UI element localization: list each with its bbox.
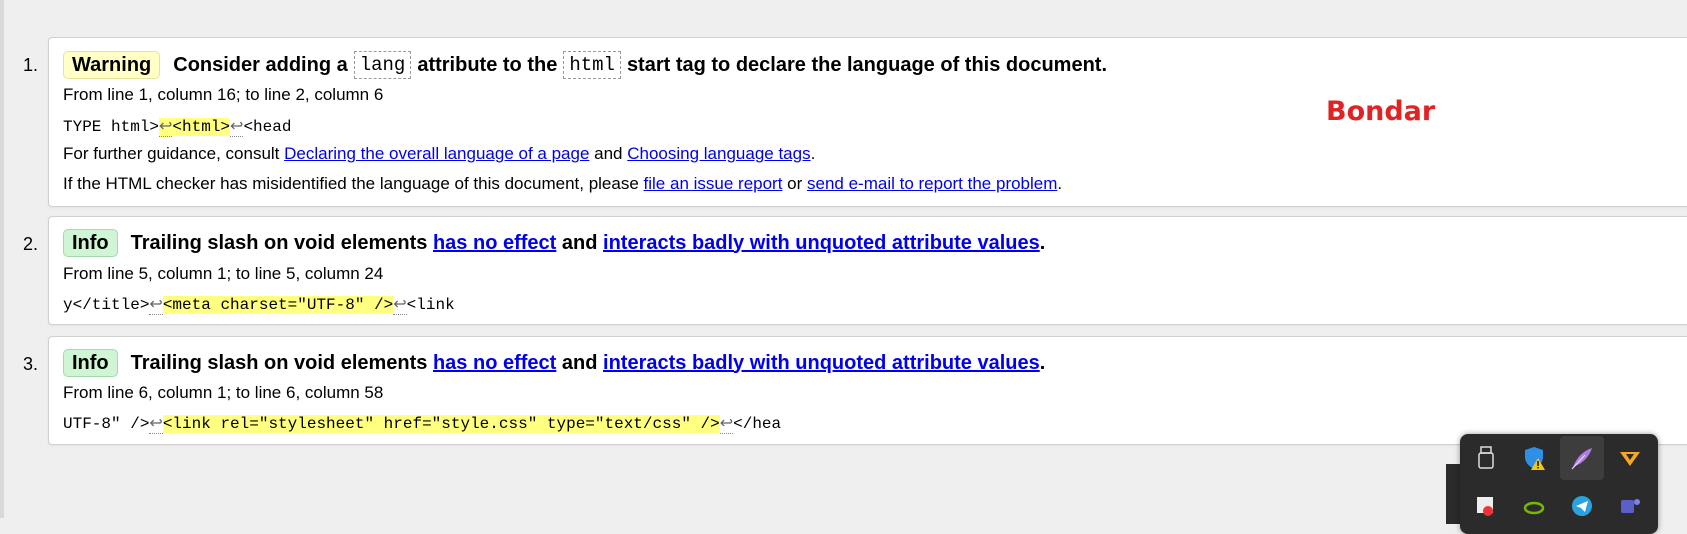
message-number: 1. [23,55,39,75]
issue-text: If the HTML checker has misidentified th… [63,174,644,193]
message-text: attribute to the [417,53,558,76]
guidance-text: and [589,144,628,163]
signature-text: Bondar [1326,96,1436,127]
code-lang: lang [353,51,412,79]
message-warning: 1. Warning Consider adding a lang attrib… [23,37,1687,207]
left-edge-strip [0,0,4,518]
message-text: . [1039,351,1046,374]
file-issue-link[interactable]: file an issue report [644,174,783,193]
windows-security-warning-icon[interactable] [1512,436,1556,480]
info-badge: Info [63,229,118,257]
message-text: and [561,231,598,254]
message-number: 2. [23,234,39,254]
feather-app-icon[interactable] [1560,436,1604,480]
warning-badge: Warning [63,51,161,79]
usb-drive-icon[interactable] [1464,436,1508,480]
return-icon: ↩ [719,415,734,434]
teams-icon[interactable] [1608,484,1652,528]
code-extract: y</title>↩<meta charset="UTF-8" />↩<link [63,294,455,315]
guidance-text: . [810,144,816,163]
extract-highlight: <html> [172,118,231,136]
code-extract: TYPE html>↩<html>↩<head [63,116,292,137]
system-tray-overflow [1460,434,1658,534]
return-icon: ↩ [230,118,244,137]
message-heading: Info Trailing slash on void elements has… [63,349,1045,377]
nvidia-icon[interactable] [1512,484,1556,528]
location: From line 5, column 1; to line 5, column… [63,264,384,283]
message-info: 2. Info Trailing slash on void elements … [23,216,1687,325]
return-icon: ↩ [149,415,163,434]
code-extract: UTF-8" />↩<link rel="stylesheet" href="s… [63,413,782,434]
extract-text: <link [406,296,455,314]
has-no-effect-link[interactable]: has no effect [433,352,556,375]
interacts-badly-link[interactable]: interacts badly with unquoted attribute … [603,232,1040,255]
location: From line 6, column 1; to line 6, column… [63,383,384,402]
declaring-language-link[interactable]: Declaring the overall language of a page [284,144,589,163]
message-text: Trailing slash on void elements [130,231,428,254]
vpn-app-icon[interactable] [1608,436,1652,480]
has-no-effect-link[interactable]: has no effect [433,232,556,255]
issue-line: If the HTML checker has misidentified th… [63,174,1062,194]
message-number: 3. [23,354,39,374]
guidance-line: For further guidance, consult Declaring … [63,144,815,164]
extract-text: y</title> [63,296,150,314]
interacts-badly-link[interactable]: interacts badly with unquoted attribute … [603,352,1040,375]
message-text: . [1039,231,1046,254]
message-text: Trailing slash on void elements [130,351,428,374]
extract-text: <head [243,118,292,136]
extract-text: UTF-8" /> [63,415,150,433]
return-icon: ↩ [149,296,163,315]
message-info: 3. Info Trailing slash on void elements … [23,336,1687,445]
location: From line 1, column 16; to line 2, colum… [63,85,384,104]
send-email-link[interactable]: send e-mail to report the problem [807,174,1057,193]
message-text: start tag to declare the language of thi… [626,53,1108,76]
info-badge: Info [63,349,118,377]
extract-text: TYPE html> [63,118,160,136]
extract-highlight: <link rel="stylesheet" href="style.css" … [162,415,720,433]
telegram-icon[interactable] [1560,484,1604,528]
choosing-language-tags-link[interactable]: Choosing language tags [627,144,810,163]
message-text: and [561,351,598,374]
return-icon: ↩ [159,118,173,137]
extract-highlight: <meta charset="UTF-8" /> [162,296,394,314]
issue-text: or [782,174,807,193]
message-text: Consider adding a [173,53,348,76]
extract-text: </hea [733,415,782,433]
issue-text: . [1057,174,1063,193]
message-heading: Info Trailing slash on void elements has… [63,229,1045,257]
guidance-text: For further guidance, consult [63,144,285,163]
message-heading: Warning Consider adding a lang attribute… [63,51,1107,79]
code-html: html [563,51,621,79]
snipping-tool-icon[interactable] [1464,484,1508,528]
return-icon: ↩ [393,296,407,315]
